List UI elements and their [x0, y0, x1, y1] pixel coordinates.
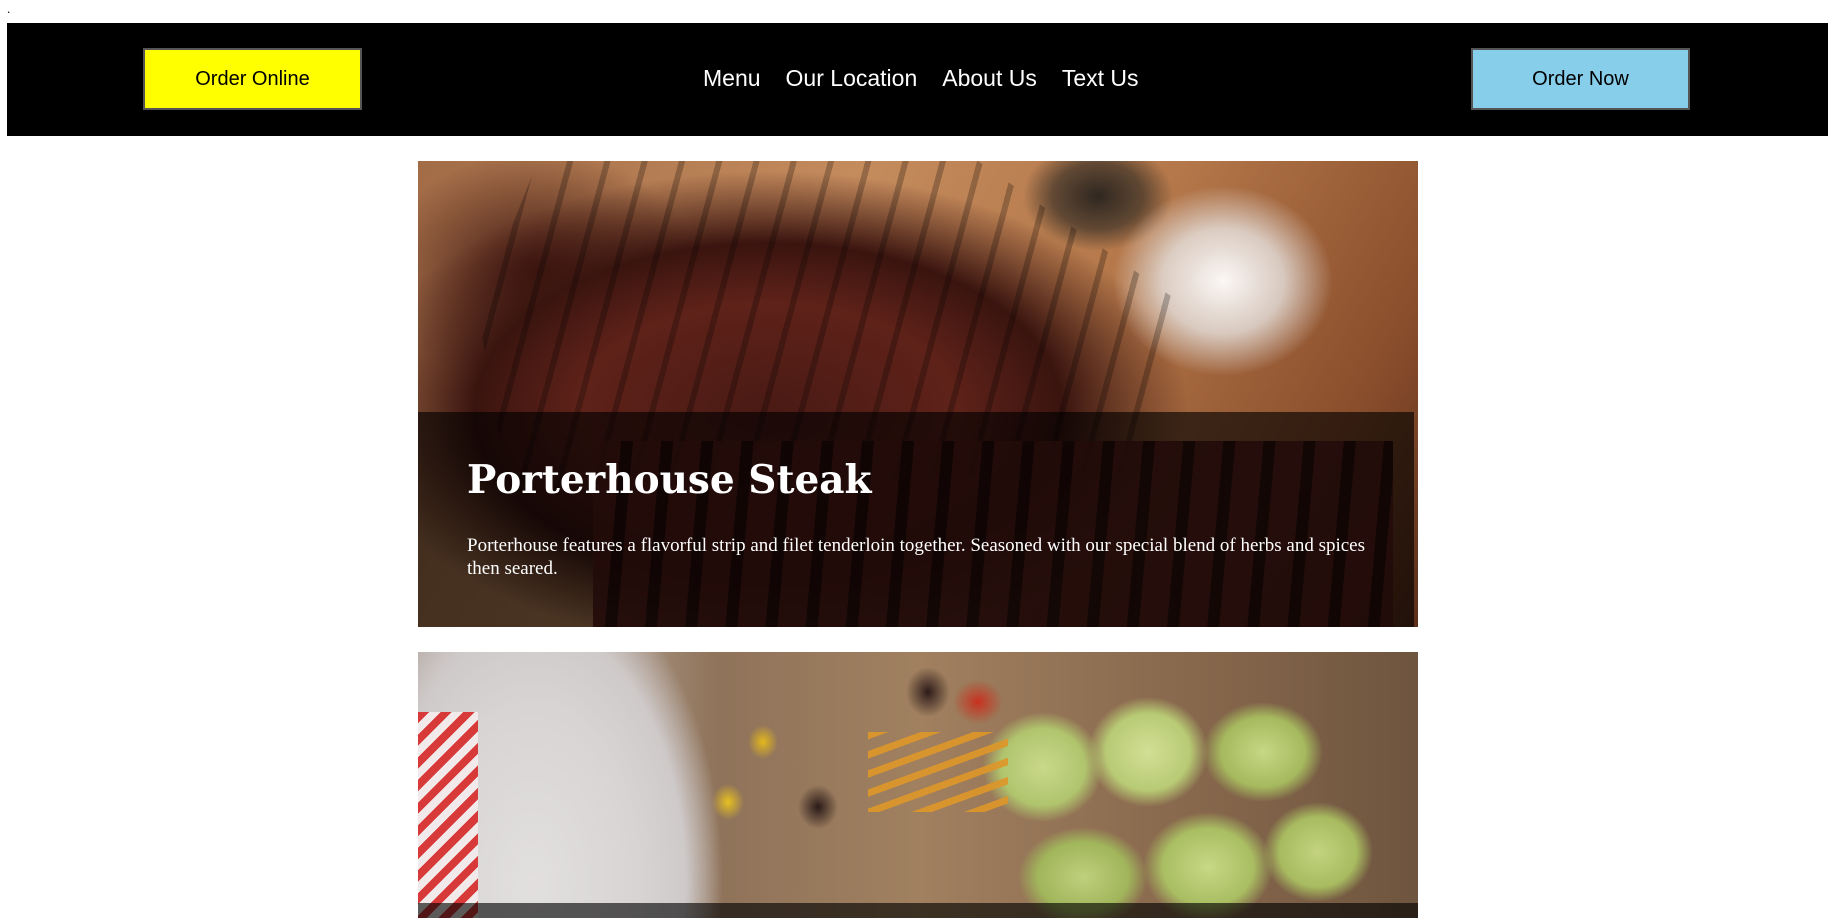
stray-dot: . [7, 1, 11, 16]
card-caption-overlay-2 [418, 903, 1418, 918]
menu-card-second [418, 652, 1418, 918]
order-now-button[interactable]: Order Now [1471, 48, 1690, 110]
order-online-button[interactable]: Order Online [143, 48, 362, 110]
top-navbar: Order Online Menu Our Location About Us … [7, 23, 1828, 136]
tortilla-soup-bowl-photo [418, 652, 1418, 918]
nav-link-our-location[interactable]: Our Location [786, 65, 918, 92]
nav-link-about-us[interactable]: About Us [942, 65, 1037, 92]
menu-card-porterhouse: Porterhouse Steak Porterhouse features a… [418, 161, 1418, 627]
nav-link-text-us[interactable]: Text Us [1062, 65, 1139, 92]
nav-link-menu[interactable]: Menu [703, 65, 761, 92]
main-nav: Menu Our Location About Us Text Us [703, 63, 1139, 93]
card-caption-overlay: Porterhouse Steak Porterhouse features a… [418, 412, 1414, 627]
card-description: Porterhouse features a flavorful strip a… [467, 535, 1366, 579]
card-title: Porterhouse Steak [467, 457, 872, 503]
